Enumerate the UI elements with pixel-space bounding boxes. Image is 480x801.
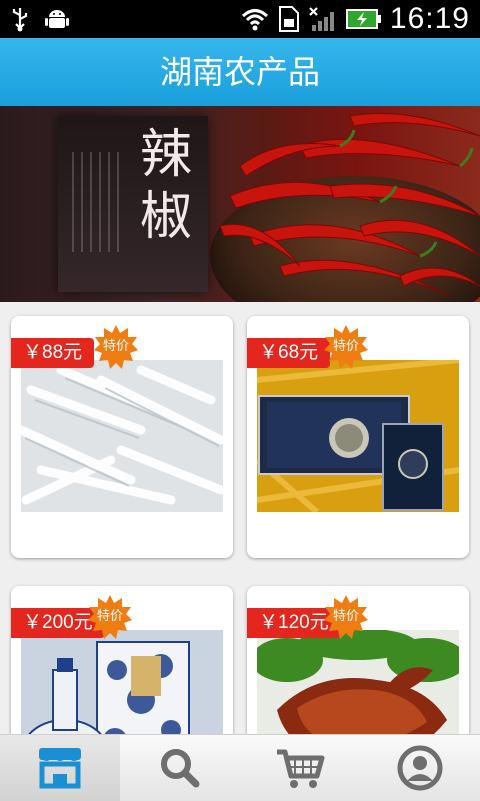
profile-icon (397, 745, 443, 791)
clock: 16:19 (389, 2, 470, 35)
price-tag: ￥88元 (11, 338, 95, 368)
usb-icon (12, 8, 28, 32)
promo-banner[interactable]: 辣椒 (0, 106, 480, 302)
product-grid: ￥88元 特价 ￥68元 特价 ￥200元 特价 ￥120元 特价 (0, 302, 480, 734)
nav-tab-profile[interactable] (360, 735, 480, 801)
banner-calligraphy-sign: 辣椒 (58, 116, 208, 292)
nav-tab-home[interactable] (0, 735, 120, 801)
sale-badge: 特价 (93, 324, 139, 370)
sale-badge-label: 特价 (96, 609, 123, 624)
sale-badge-label: 特价 (332, 339, 359, 354)
product-card[interactable]: ￥88元 特价 (11, 316, 233, 558)
status-bar: 16:19 (0, 0, 480, 38)
search-icon (161, 749, 200, 788)
nav-tab-cart[interactable] (240, 735, 360, 801)
banner-calligraphy: 辣椒 (139, 125, 192, 247)
product-image-porcelain-liquor[interactable] (21, 630, 223, 734)
product-image-cigarettes[interactable] (257, 360, 459, 512)
product-card[interactable]: ￥68元 特价 (247, 316, 469, 558)
product-image-rice-noodles[interactable] (21, 360, 223, 512)
nav-tab-search[interactable] (120, 735, 240, 801)
sale-badge-label: 特价 (102, 339, 129, 354)
price-tag: ￥68元 (247, 338, 331, 368)
wifi-icon (241, 9, 268, 31)
product-card[interactable]: ￥200元 特价 (11, 586, 233, 734)
sim-card-icon (278, 6, 299, 32)
sale-badge: 特价 (87, 594, 133, 640)
android-debug-icon (45, 10, 69, 28)
bottom-nav (0, 734, 480, 801)
signal-icon (309, 7, 334, 31)
sale-badge: 特价 (323, 324, 369, 370)
app-title-bar: 湖南农产品 (0, 38, 480, 106)
sale-badge-label: 特价 (332, 609, 359, 624)
product-card[interactable]: ￥120元 特价 (247, 586, 469, 734)
cart-icon (277, 749, 325, 788)
product-image-roast-duck[interactable] (257, 630, 459, 734)
page-title: 湖南农产品 (159, 53, 320, 91)
shop-icon (39, 748, 81, 789)
sale-badge: 特价 (323, 594, 369, 640)
battery-charging-icon (345, 9, 381, 29)
